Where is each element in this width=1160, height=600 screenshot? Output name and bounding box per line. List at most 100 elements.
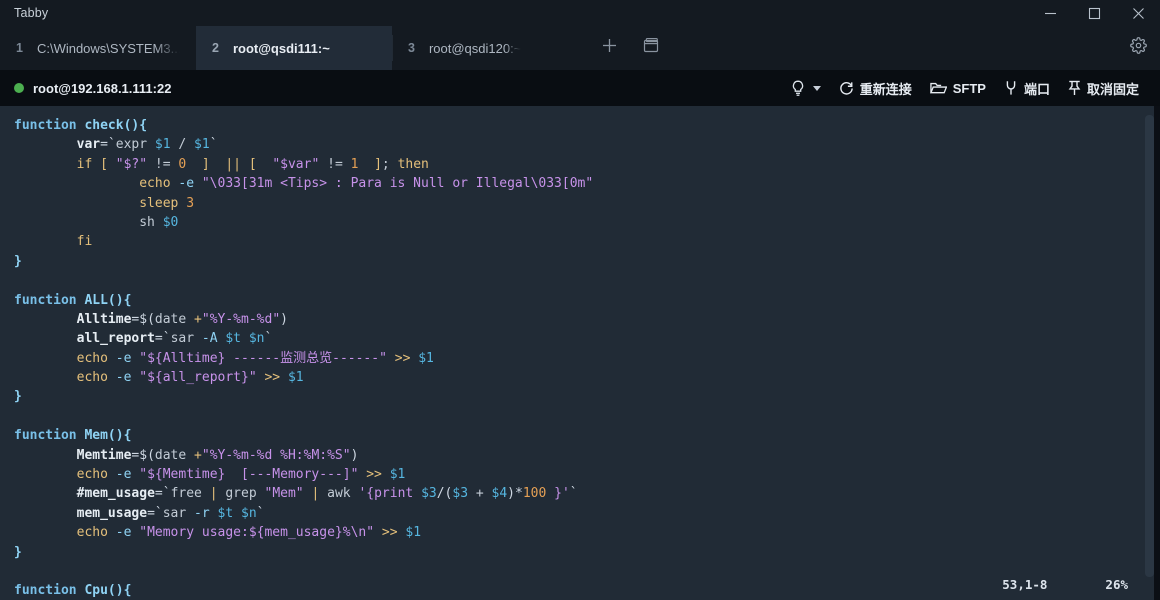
code-token: "${all_report}" [139,370,257,386]
code-token: echo [139,176,171,192]
code-token: ` [256,505,265,521]
terminal-line: } [14,387,1146,406]
reconnect-icon [839,81,854,96]
code-token: / [170,137,195,153]
code-token: )* [507,486,523,502]
code-token: date [154,447,195,463]
minimize-button[interactable] [1028,0,1072,26]
tab-1[interactable]: 1 C:\Windows\SYSTEM3... [0,26,196,70]
terminal-line: Memtime=$(date +"%Y-%m-%d %H:%M:%S") [14,446,1146,465]
code-token: sar [162,505,195,521]
maximize-icon [1088,7,1101,20]
code-token: ` [264,331,273,347]
code-token: Memtime [76,447,132,463]
scrollbar-thumb[interactable] [1145,114,1154,577]
terminal-scrollbar[interactable] [1145,110,1154,596]
code-token: ` [107,137,116,153]
code-token: sleep [139,195,179,211]
code-token: $0 [162,214,179,230]
code-token: "Mem" [264,486,304,502]
code-token: Cpu(){ [84,583,132,599]
code-token: >> [366,467,382,483]
code-token: "$var" [272,156,320,172]
code-token: = [147,505,155,521]
maximize-button[interactable] [1072,0,1116,26]
code-token: $t [217,505,234,521]
new-tab-button[interactable] [588,26,630,70]
code-token: "%Y-%m-%d %H:%M:%S" [201,447,351,463]
code-token: function [14,583,85,599]
code-token: '{print [358,486,422,502]
terminal-line: all_report=`sar -A $t $n` [14,329,1146,348]
code-token: | [209,486,226,502]
code-token: Mem(){ [84,428,132,444]
terminal-line: echo -e "${Memtime} [---Memory---]" >> $… [14,465,1146,484]
gear-icon [1129,37,1147,59]
code-token: fi [76,234,93,250]
code-token: ` [162,486,171,502]
code-token: >> [394,350,411,366]
code-token: date [154,311,195,327]
code-token: + [468,486,492,502]
tab-1-number: 1 [16,41,23,55]
unpin-button[interactable]: 取消固定 [1059,75,1148,101]
reconnect-button[interactable]: 重新连接 [830,75,921,101]
code-token: =$( [131,447,155,463]
pane-right-edge [1154,106,1160,600]
code-token: $3 [452,486,469,502]
settings-button[interactable] [1116,26,1160,70]
terminal-pane[interactable]: function check(){ var=`expr $1 / $1` if … [0,106,1160,600]
code-token: = [154,486,163,502]
split-pane-button[interactable] [630,26,672,70]
code-token: all_report [76,331,155,347]
tab-2-label: root@qsdi111:~ [232,40,330,56]
tab-2[interactable]: 2 root@qsdi111:~ [196,26,392,70]
code-token: } [14,389,22,405]
code-token: $n [248,331,265,347]
tab-2-number: 2 [212,41,219,55]
code-token: || [225,156,242,172]
code-token: $1 [389,467,406,483]
code-token: Alltime [76,311,132,327]
code-token: "Memory usage:${mem_usage}%\n" [139,525,375,541]
code-token: awk [327,486,359,502]
code-token: check(){ [84,118,148,133]
close-icon [1132,7,1145,20]
connection-status-dot [14,83,24,93]
unpin-label: 取消固定 [1086,81,1139,97]
code-token: sh [139,214,163,230]
tab-3[interactable]: 3 root@qsdi120:~ [392,26,588,70]
plug-icon [1004,80,1018,96]
code-token: ; [381,156,398,172]
close-button[interactable] [1116,0,1160,26]
code-token: != [319,156,351,172]
terminal-line: function check(){ [14,116,1146,135]
window-controls [1028,0,1160,26]
code-token: ) [280,311,288,327]
terminal-line: function ALL(){ [14,291,1146,310]
sftp-button[interactable]: SFTP [921,75,995,101]
code-token: var [76,137,101,153]
chevron-down-icon [812,85,821,91]
session-host-label: root@192.168.1.111:22 [33,80,172,96]
tab-3-number: 3 [408,41,415,55]
port-forward-button[interactable]: 端口 [995,75,1059,101]
toolbar-hints-button[interactable] [782,75,830,101]
terminal-content[interactable]: function check(){ var=`expr $1 / $1` if … [0,106,1160,600]
